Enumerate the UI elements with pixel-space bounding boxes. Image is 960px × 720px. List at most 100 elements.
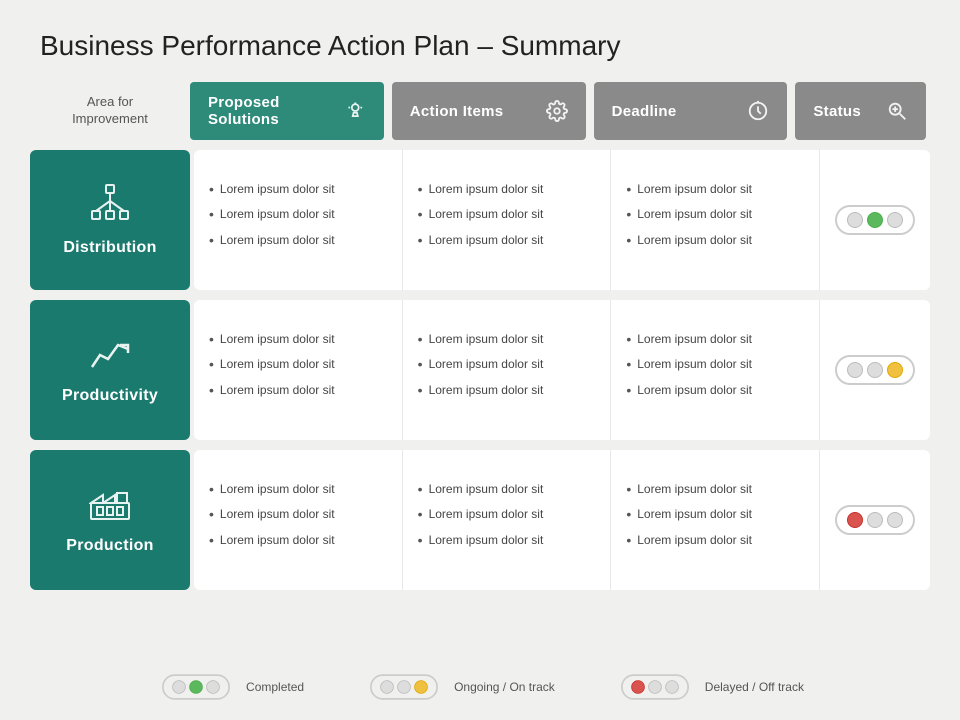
legend-lights-ongoing (370, 674, 438, 700)
list-item: Lorem ipsum dolor sit (626, 182, 804, 197)
productivity-proposed: Lorem ipsum dolor sit Lorem ipsum dolor … (194, 300, 403, 440)
gear-icon (546, 100, 568, 122)
status-label: Status (813, 103, 861, 120)
light-1 (631, 680, 645, 694)
deadline-label: Deadline (612, 103, 677, 120)
header-deadline: Deadline (594, 82, 788, 140)
productivity-label: Productivity (62, 387, 158, 405)
light-2 (867, 212, 883, 228)
production-data: Lorem ipsum dolor sit Lorem ipsum dolor … (194, 450, 930, 590)
traffic-lights-delayed (835, 505, 915, 535)
light-2 (867, 512, 883, 528)
legend-lights-delayed (621, 674, 689, 700)
productivity-status (820, 300, 930, 440)
list-item: Lorem ipsum dolor sit (418, 207, 596, 222)
list-item: Lorem ipsum dolor sit (209, 507, 387, 522)
list-item: Lorem ipsum dolor sit (418, 357, 596, 372)
list-item: Lorem ipsum dolor sit (418, 507, 596, 522)
production-status (820, 450, 930, 590)
traffic-lights-ongoing (835, 355, 915, 385)
network-icon (90, 183, 130, 231)
chart-icon (90, 335, 130, 379)
list-item: Lorem ipsum dolor sit (209, 383, 387, 398)
list-item: Lorem ipsum dolor sit (418, 233, 596, 248)
list-item: Lorem ipsum dolor sit (418, 182, 596, 197)
area-productivity: Productivity (30, 300, 190, 440)
light-1 (847, 212, 863, 228)
list-item: Lorem ipsum dolor sit (626, 533, 804, 548)
list-item: Lorem ipsum dolor sit (626, 383, 804, 398)
area-improvement-label: Area forImprovement (30, 82, 190, 140)
legend-footer: Completed Ongoing / On track Delayed / O… (0, 672, 960, 702)
list-item: Lorem ipsum dolor sit (209, 482, 387, 497)
distribution-row: Distribution Lorem ipsum dolor sit Lorem… (30, 150, 930, 290)
list-item: Lorem ipsum dolor sit (626, 357, 804, 372)
distribution-actions: Lorem ipsum dolor sit Lorem ipsum dolor … (403, 150, 612, 290)
header-proposed: Proposed Solutions (190, 82, 384, 140)
distribution-deadline: Lorem ipsum dolor sit Lorem ipsum dolor … (611, 150, 820, 290)
light-2 (867, 362, 883, 378)
list-item: Lorem ipsum dolor sit (418, 533, 596, 548)
light-3 (887, 212, 903, 228)
list-item: Lorem ipsum dolor sit (209, 533, 387, 548)
search-plus-icon (886, 100, 908, 122)
list-item: Lorem ipsum dolor sit (209, 332, 387, 347)
list-item: Lorem ipsum dolor sit (209, 207, 387, 222)
productivity-data: Lorem ipsum dolor sit Lorem ipsum dolor … (194, 300, 930, 440)
header-actions: Action Items (392, 82, 586, 140)
actions-label: Action Items (410, 103, 504, 120)
light-2 (648, 680, 662, 694)
clock-icon (747, 100, 769, 122)
legend-ongoing: Ongoing / On track (364, 672, 555, 702)
list-item: Lorem ipsum dolor sit (209, 357, 387, 372)
list-item: Lorem ipsum dolor sit (418, 482, 596, 497)
production-actions: Lorem ipsum dolor sit Lorem ipsum dolor … (403, 450, 612, 590)
legend-lights-completed (162, 674, 230, 700)
list-item: Lorem ipsum dolor sit (626, 507, 804, 522)
traffic-lights-completed (835, 205, 915, 235)
light-2 (189, 680, 203, 694)
list-item: Lorem ipsum dolor sit (209, 182, 387, 197)
ongoing-legend-label: Ongoing / On track (454, 680, 555, 694)
delayed-legend-label: Delayed / Off track (705, 680, 804, 694)
list-item: Lorem ipsum dolor sit (209, 233, 387, 248)
main-content: Area forImprovement Proposed Solutions A… (0, 82, 960, 590)
bulb-icon (345, 100, 366, 122)
area-distribution: Distribution (30, 150, 190, 290)
distribution-proposed: Lorem ipsum dolor sit Lorem ipsum dolor … (194, 150, 403, 290)
light-2 (397, 680, 411, 694)
legend-completed: Completed (156, 672, 304, 702)
productivity-row: Productivity Lorem ipsum dolor sit Lorem… (30, 300, 930, 440)
distribution-data: Lorem ipsum dolor sit Lorem ipsum dolor … (194, 150, 930, 290)
light-3 (887, 362, 903, 378)
production-label: Production (66, 537, 153, 555)
header-status: Status (795, 82, 926, 140)
list-item: Lorem ipsum dolor sit (626, 482, 804, 497)
distribution-status (820, 150, 930, 290)
light-3 (887, 512, 903, 528)
list-item: Lorem ipsum dolor sit (626, 233, 804, 248)
factory-icon (89, 485, 131, 529)
productivity-actions: Lorem ipsum dolor sit Lorem ipsum dolor … (403, 300, 612, 440)
production-deadline: Lorem ipsum dolor sit Lorem ipsum dolor … (611, 450, 820, 590)
light-1 (172, 680, 186, 694)
light-3 (206, 680, 220, 694)
distribution-label: Distribution (63, 239, 156, 257)
light-1 (847, 512, 863, 528)
page-title: Business Performance Action Plan – Summa… (0, 0, 960, 82)
productivity-deadline: Lorem ipsum dolor sit Lorem ipsum dolor … (611, 300, 820, 440)
list-item: Lorem ipsum dolor sit (418, 383, 596, 398)
list-item: Lorem ipsum dolor sit (626, 332, 804, 347)
completed-legend-label: Completed (246, 680, 304, 694)
list-item: Lorem ipsum dolor sit (626, 207, 804, 222)
proposed-label: Proposed Solutions (208, 94, 345, 128)
header-row: Area forImprovement Proposed Solutions A… (30, 82, 930, 140)
production-row: Production Lorem ipsum dolor sit Lorem i… (30, 450, 930, 590)
light-1 (847, 362, 863, 378)
legend-delayed: Delayed / Off track (615, 672, 804, 702)
light-1 (380, 680, 394, 694)
list-item: Lorem ipsum dolor sit (418, 332, 596, 347)
production-proposed: Lorem ipsum dolor sit Lorem ipsum dolor … (194, 450, 403, 590)
area-production: Production (30, 450, 190, 590)
light-3 (665, 680, 679, 694)
